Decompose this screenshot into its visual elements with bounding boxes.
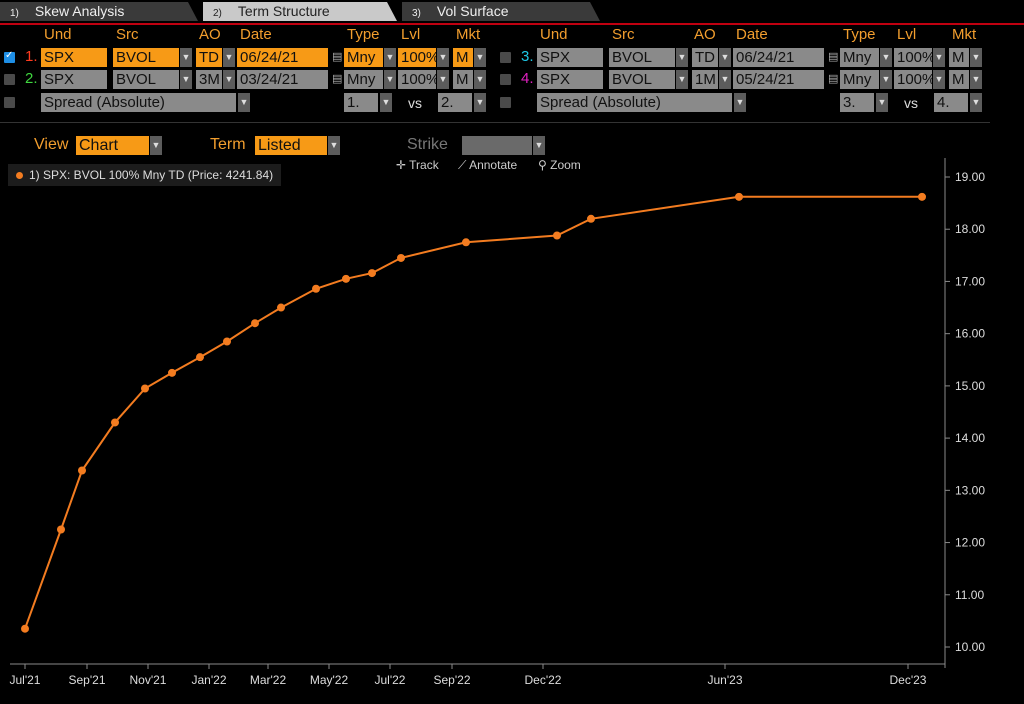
data-point [57,525,65,534]
x-tick-label: Jul'22 [375,673,406,687]
data-point [141,384,149,393]
y-tick-label: 19.00 [955,170,985,184]
data-point [342,274,350,283]
data-point [587,214,595,223]
data-point [553,231,561,240]
y-tick-label: 15.00 [955,379,985,393]
y-tick-label: 11.00 [955,588,984,602]
x-tick-label: Jul'21 [10,673,41,687]
data-point [78,466,86,475]
y-tick-label: 10.00 [955,640,985,654]
series-1-line [24,195,922,630]
data-point [277,303,285,312]
x-tick-label: Mar'22 [250,673,287,687]
chart-legend: 1) SPX: BVOL 100% Mny TD (Price: 4241.84… [8,164,282,186]
legend-series-1: 1) SPX: BVOL 100% Mny TD (Price: 4241.84… [29,168,274,182]
data-point [196,353,204,362]
x-tick-label: Nov'21 [130,673,167,687]
term-structure-chart[interactable]: 10.00 11.00 12.00 13.00 14.00 15.00 16.00 17.00… [0,0,1024,704]
data-point [462,238,470,247]
x-tick-label: Jun'23 [708,673,743,687]
y-tick-label: 17.00 [955,274,985,288]
data-point [918,192,926,201]
x-tick-label: Dec'23 [890,673,927,687]
x-tick-label: Jan'22 [192,673,227,687]
y-tick-label: 12.00 [955,536,985,550]
x-tick-label: May'22 [310,673,349,687]
x-tick-label: Sep'22 [434,673,471,687]
data-point [21,624,29,633]
y-tick-label: 18.00 [955,222,985,236]
y-tick-label: 16.00 [955,327,985,341]
y-tick-label: 14.00 [955,431,985,445]
data-point [312,284,320,293]
legend-marker [16,172,23,180]
x-tick-label: Sep'21 [69,673,106,687]
data-point [223,337,231,346]
data-point [168,368,176,377]
y-tick-label: 13.00 [955,483,985,497]
data-point [368,269,376,278]
data-point [111,418,119,427]
x-tick-label: Dec'22 [525,673,562,687]
data-point [735,192,743,201]
data-point [251,319,259,328]
data-point [397,253,405,262]
